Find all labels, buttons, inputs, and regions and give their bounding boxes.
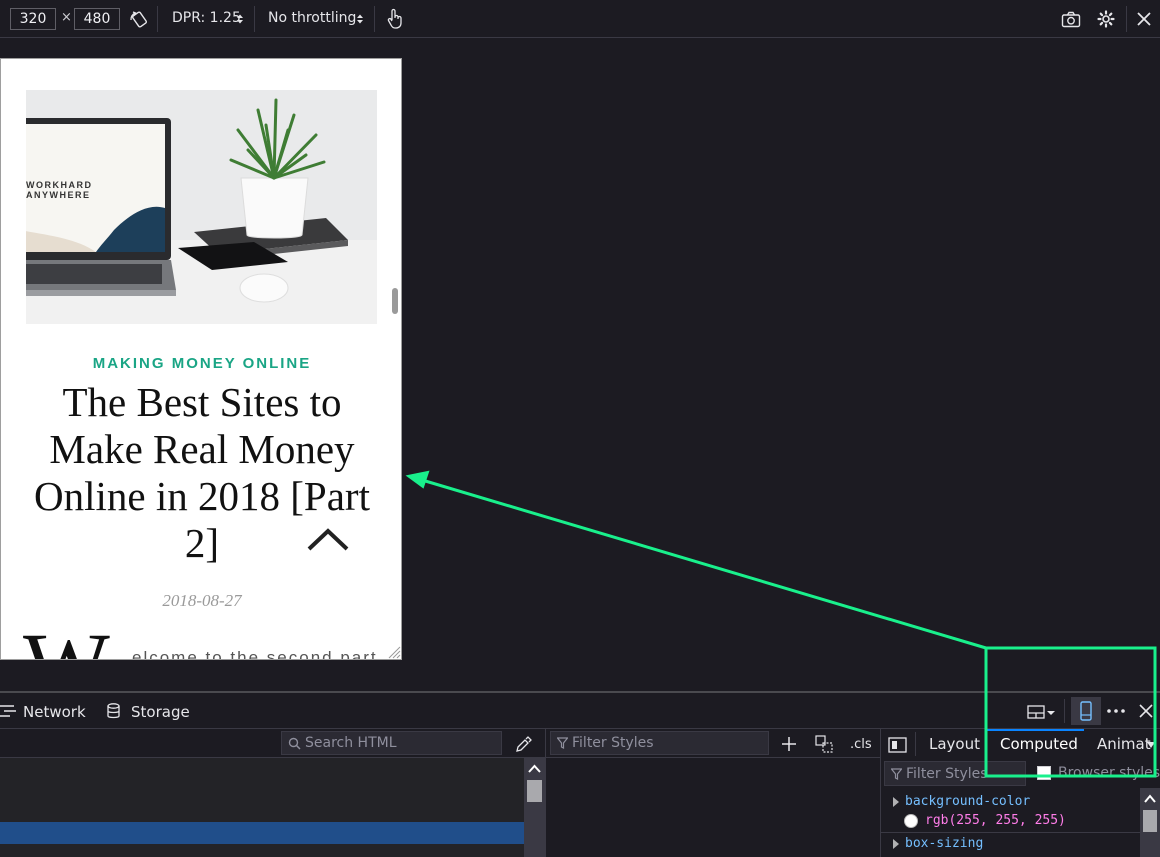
property-name[interactable]: background-color xyxy=(905,794,1030,809)
viewport-width-input[interactable]: 320 xyxy=(10,8,56,30)
annotation-arrow-line xyxy=(421,478,987,650)
viewport-height-input[interactable]: 480 xyxy=(74,8,120,30)
search-html-input[interactable]: Search HTML xyxy=(281,731,502,755)
tab-network[interactable]: Network xyxy=(23,703,86,721)
dropcap-letter: W xyxy=(23,619,110,659)
property-name[interactable]: box-sizing xyxy=(905,836,983,851)
responsive-design-mode-icon[interactable] xyxy=(1071,697,1101,725)
markup-toolbar: Search HTML xyxy=(0,729,545,758)
settings-icon[interactable] xyxy=(1096,9,1116,29)
filter-styles-placeholder: Filter Styles xyxy=(572,735,654,751)
expand-property-icon[interactable] xyxy=(893,839,899,849)
active-tab-indicator xyxy=(987,729,1084,731)
rules-view[interactable] xyxy=(546,758,880,857)
markup-scroll-thumb[interactable] xyxy=(527,780,542,802)
hero-image: WORKHARD ANYWHERE xyxy=(26,90,377,324)
filter-icon xyxy=(891,767,902,780)
computed-filter-input[interactable]: Filter Styles xyxy=(884,761,1026,786)
tab-layout[interactable]: Layout xyxy=(929,735,980,753)
browser-styles-label[interactable]: Browser styles xyxy=(1058,765,1160,781)
post-date: 2018-08-27 xyxy=(162,591,242,610)
intro-paragraph: elcome to the second part xyxy=(132,648,378,660)
search-icon xyxy=(288,737,301,750)
eyedropper-icon[interactable] xyxy=(514,735,532,753)
computed-scroll-thumb[interactable] xyxy=(1143,810,1157,832)
close-devtools-icon[interactable] xyxy=(1138,703,1154,719)
rotate-icon[interactable] xyxy=(128,9,150,29)
selected-node-row[interactable] xyxy=(0,822,524,844)
dpr-dropdown-icon xyxy=(236,13,244,25)
responsive-viewport[interactable]: WORKHARD ANYWHERE MAKING MONEY ONLINE Th… xyxy=(0,58,402,660)
add-rule-icon[interactable] xyxy=(780,735,798,753)
post-category[interactable]: MAKING MONEY ONLINE xyxy=(1,355,401,372)
computed-filter-placeholder: Filter Styles xyxy=(906,765,988,782)
property-value[interactable]: rgb(255, 255, 255) xyxy=(925,813,1066,828)
property-divider xyxy=(881,832,1141,833)
color-swatch xyxy=(904,814,918,828)
touch-icon[interactable] xyxy=(385,8,405,30)
viewport-scrollbar-thumb[interactable] xyxy=(392,288,398,314)
toggle-pseudo-classes-icon[interactable] xyxy=(814,734,836,754)
rules-toolbar: Filter Styles .cls xyxy=(546,729,880,758)
throttling-selector[interactable]: No throttling xyxy=(268,10,356,26)
network-icon xyxy=(0,704,16,718)
dimension-separator: × xyxy=(61,10,72,25)
annotation-arrow-head xyxy=(405,470,430,489)
back-to-top-chevron-icon[interactable] xyxy=(306,527,350,557)
tab-computed[interactable]: Computed xyxy=(1000,735,1078,753)
screenshot-icon[interactable] xyxy=(1060,9,1082,29)
filter-icon xyxy=(557,737,568,749)
storage-icon xyxy=(106,702,120,720)
browser-styles-checkbox[interactable] xyxy=(1037,766,1051,780)
tab-animations[interactable]: Animat xyxy=(1097,735,1151,753)
search-html-placeholder: Search HTML xyxy=(305,735,397,751)
computed-view[interactable]: Filter Styles Browser styles background-… xyxy=(881,758,1160,857)
svg-text:WORKHARD: WORKHARD xyxy=(26,180,93,190)
resize-handle-icon[interactable] xyxy=(387,645,401,659)
cls-toggle[interactable]: .cls xyxy=(850,737,872,752)
more-tabs-chevron-icon[interactable] xyxy=(1146,740,1156,750)
dock-layout-icon[interactable] xyxy=(1026,703,1056,721)
svg-text:ANYWHERE: ANYWHERE xyxy=(26,190,91,200)
markup-scrollbar[interactable] xyxy=(524,758,545,857)
more-options-icon[interactable] xyxy=(1106,702,1126,720)
expand-property-icon[interactable] xyxy=(893,797,899,807)
computed-scrollbar[interactable] xyxy=(1140,788,1160,857)
tab-storage[interactable]: Storage xyxy=(131,703,190,721)
rdm-toolbar: 320 × 480 DPR: 1.25 No throttling xyxy=(0,0,1160,38)
scroll-up-icon[interactable] xyxy=(1140,792,1160,806)
scroll-up-icon[interactable] xyxy=(524,762,545,776)
throttling-dropdown-icon xyxy=(356,13,364,25)
dpr-selector[interactable]: DPR: 1.25 xyxy=(172,10,241,26)
toggle-sidebar-icon[interactable] xyxy=(887,735,909,755)
filter-styles-input[interactable]: Filter Styles xyxy=(550,731,769,755)
close-rdm-icon[interactable] xyxy=(1135,10,1153,28)
devtools-tabbar: Network Storage xyxy=(0,693,1160,729)
